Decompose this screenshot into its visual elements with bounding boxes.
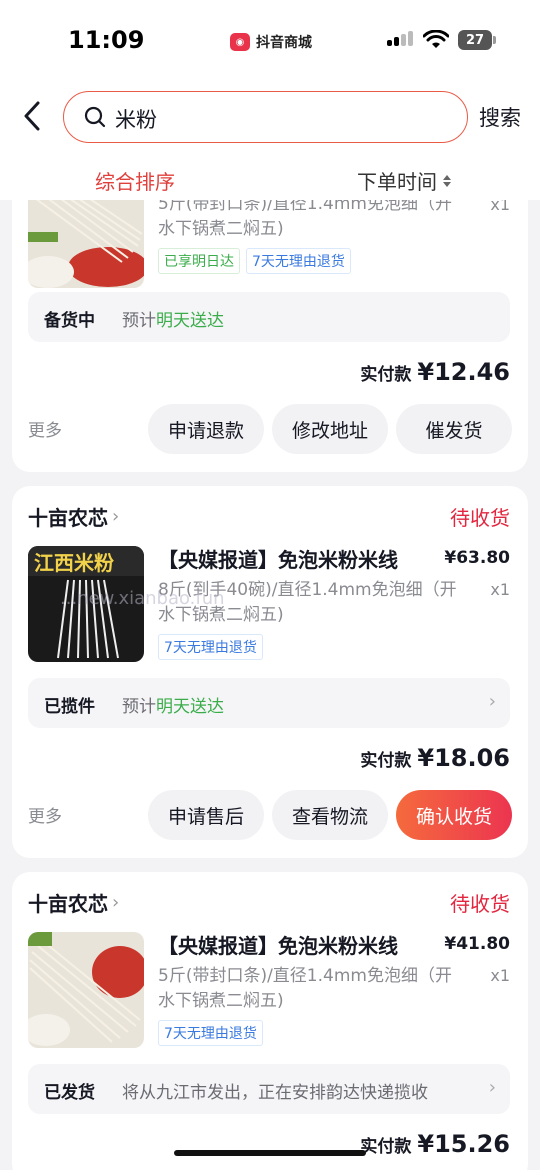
shop-label: 十亩农芯 — [28, 892, 108, 916]
spec-line: 水下锅煮二焖五) — [158, 219, 284, 239]
sort-comprehensive-tab[interactable]: 综合排序 — [95, 166, 175, 195]
order-status: 待收货 — [450, 506, 510, 530]
search-icon — [84, 106, 106, 128]
chevron-right-icon: › — [112, 506, 120, 527]
change-address-button[interactable]: 修改地址 — [272, 404, 388, 454]
shipping-info[interactable]: 已揽件 预计明天送达 › — [28, 678, 510, 728]
more-button[interactable]: 更多 — [28, 802, 62, 827]
status-bar: 11:09 ◉ 抖音商城 27 — [0, 0, 540, 82]
paid-label: 实付款 — [360, 751, 412, 771]
product-title[interactable]: 【央媒报道】免泡米粉米线 — [158, 544, 420, 573]
tag-list: 7天无理由退货 — [158, 1020, 263, 1046]
wifi-icon — [423, 30, 449, 48]
search-button[interactable]: 搜索 — [479, 102, 521, 132]
next-day-tag: 已享明日达 — [158, 248, 240, 274]
clock: 11:09 — [68, 26, 145, 54]
eta-prefix: 预计 — [122, 697, 156, 717]
more-button[interactable]: 更多 — [28, 416, 62, 441]
home-indicator[interactable] — [174, 1150, 366, 1156]
shop-label: 十亩农芯 — [28, 506, 108, 530]
eta-highlight: 明天送达 — [156, 697, 224, 717]
eta-highlight: 明天送达 — [156, 311, 224, 331]
order-card: 十亩农芯 › 待收货 【央媒报道】免泡米粉米线 ¥41.80 5斤(带封口条)/直… — [12, 872, 528, 1170]
sort-order-time-tab[interactable]: 下单时间 — [357, 166, 451, 195]
paid-amount: ¥18.06 — [417, 744, 510, 772]
thumb-label: 江西米粉 — [34, 551, 114, 575]
request-refund-button[interactable]: 申请退款 — [148, 404, 264, 454]
paid-total: 实付款 ¥15.26 — [360, 1130, 510, 1158]
shipping-eta: 预计明天送达 — [122, 306, 224, 331]
return-policy-tag: 7天无理由退货 — [246, 248, 351, 274]
spec-line: 5斤(带封口条)/直径1.4mm免泡细（开 — [158, 966, 452, 986]
watermark: ...new.xianbao.fun — [60, 588, 225, 609]
shipping-status: 备货中 — [44, 311, 95, 331]
product-image[interactable] — [28, 932, 144, 1048]
shipping-info[interactable]: 已发货 将从九江市发出，正在安排韵达快递揽收 › — [28, 1064, 510, 1114]
paid-label: 实付款 — [360, 365, 412, 385]
sort-arrows-icon — [443, 174, 451, 187]
shop-name[interactable]: 十亩农芯 › — [28, 888, 119, 917]
paid-amount: ¥12.46 — [417, 358, 510, 386]
tag-list: 7天无理由退货 — [158, 634, 263, 660]
battery-indicator: 27 — [458, 30, 496, 50]
quantity: x1 — [490, 580, 510, 599]
after-sales-button[interactable]: 申请售后 — [148, 790, 264, 840]
chevron-right-icon: › — [488, 691, 496, 712]
chevron-right-icon: › — [488, 1077, 496, 1098]
eta-prefix: 预计 — [122, 311, 156, 331]
shipping-info[interactable]: 备货中 预计明天送达 — [28, 292, 510, 342]
app-name: 抖音商城 — [256, 35, 312, 51]
top-bar: 11:09 ◉ 抖音商城 27 米粉 搜索 综合排序 下单时间 — [0, 0, 540, 200]
track-package-button[interactable]: 查看物流 — [272, 790, 388, 840]
shipping-status: 已发货 — [44, 1083, 95, 1103]
paid-total: 实付款 ¥12.46 — [360, 358, 510, 386]
tag-list: 已享明日达 7天无理由退货 — [158, 248, 351, 274]
douyin-mall-logo-icon: ◉ — [230, 33, 250, 51]
quantity: x1 — [490, 966, 510, 985]
search-query: 米粉 — [115, 108, 157, 132]
return-policy-tag: 7天无理由退货 — [158, 1020, 263, 1046]
shop-name[interactable]: 十亩农芯 › — [28, 502, 119, 531]
paid-amount: ¥15.26 — [417, 1130, 510, 1158]
chevron-right-icon: › — [112, 892, 120, 913]
return-policy-tag: 7天无理由退货 — [158, 634, 263, 660]
shipping-note: 将从九江市发出，正在安排韵达快递揽收 — [122, 1083, 428, 1103]
cellular-signal-icon — [387, 31, 413, 46]
paid-label: 实付款 — [360, 1137, 412, 1157]
paid-total: 实付款 ¥18.06 — [360, 744, 510, 772]
shipping-status: 已揽件 — [44, 697, 95, 717]
shipping-eta: 预计明天送达 — [122, 692, 224, 717]
product-price: ¥63.80 — [444, 548, 510, 568]
app-badge: ◉ 抖音商城 — [230, 32, 312, 52]
spec-line: 水下锅煮二焖五) — [158, 991, 284, 1011]
order-status: 待收货 — [450, 892, 510, 916]
product-spec: 5斤(带封口条)/直径1.4mm免泡细（开 水下锅煮二焖五) — [158, 964, 458, 1014]
order-card: 十亩农芯 › 待收货 江西米粉 【央媒报道】免泡米粉米线 ¥63.80 8斤(到手… — [12, 486, 528, 858]
back-arrow-icon[interactable] — [20, 100, 44, 132]
product-price: ¥41.80 — [444, 934, 510, 954]
urge-shipping-button[interactable]: 催发货 — [396, 404, 512, 454]
confirm-receipt-button[interactable]: 确认收货 — [396, 790, 512, 840]
order-time-label: 下单时间 — [357, 170, 437, 194]
product-title[interactable]: 【央媒报道】免泡米粉米线 — [158, 930, 420, 959]
search-input[interactable]: 米粉 — [63, 91, 468, 143]
